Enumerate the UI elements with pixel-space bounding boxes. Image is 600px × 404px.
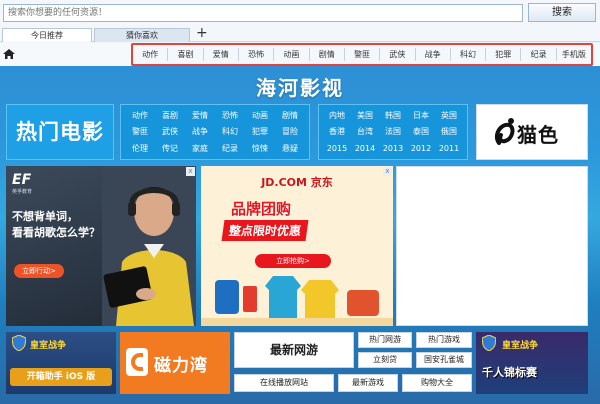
year-link[interactable]: 2014 — [351, 144, 379, 153]
english-course-ad[interactable]: EF 英孚教育 不想背单词， 看看胡歌怎么学？ 立即行动> x — [6, 166, 196, 326]
year-link[interactable]: 2015 — [323, 144, 351, 153]
region-link[interactable]: 法国 — [379, 126, 407, 137]
genre-link[interactable]: 科幻 — [215, 126, 245, 137]
ad-brand-logo: EF — [12, 172, 32, 188]
region-link[interactable]: 泰国 — [407, 126, 435, 137]
link-hot-games[interactable]: 热门游戏 — [416, 332, 472, 348]
region-link[interactable]: 美国 — [351, 110, 379, 121]
link-instant-loan[interactable]: 立刻贷 — [358, 352, 412, 368]
magnet-icon — [126, 348, 148, 376]
tab-bar: 今日推荐 猜你喜欢 + — [0, 26, 600, 42]
link-online-streaming[interactable]: 在线播放网站 — [234, 374, 334, 392]
link-hot-online-games[interactable]: 热门网游 — [358, 332, 412, 348]
category-nav: 动作 喜剧 爱情 恐怖 动画 剧情 警匪 武侠 战争 科幻 犯罪 纪录 手机版 — [0, 43, 600, 66]
year-link[interactable]: 2013 — [379, 144, 407, 153]
genre-link[interactable]: 纪录 — [215, 143, 245, 154]
main-content: 海河影视 热门电影 动作 喜剧 爱情 恐怖 动画 剧情 警匪 武侠 战争 科幻 … — [0, 66, 600, 404]
category-action[interactable]: 动作 — [133, 48, 169, 61]
ad-subtitle: 千人锦标赛 — [482, 366, 537, 379]
genre-link[interactable]: 悬疑 — [275, 143, 305, 154]
new-tab-icon[interactable]: + — [196, 26, 208, 40]
ad-subtitle: 开箱助手 iOS 版 — [10, 368, 112, 386]
category-crime[interactable]: 犯罪 — [486, 48, 522, 61]
shield-icon — [12, 335, 26, 351]
site-title: 海河影视 — [256, 76, 344, 100]
genre-link[interactable]: 战争 — [185, 126, 215, 137]
ad-action-button[interactable]: 立即行动> — [14, 264, 64, 278]
genre-link[interactable]: 伦理 — [125, 143, 155, 154]
ad-title: 磁力湾 — [154, 356, 208, 376]
tournament-ad[interactable]: 皇室战争 千人锦标赛 — [476, 332, 588, 394]
category-drama[interactable]: 剧情 — [310, 48, 345, 61]
year-link[interactable]: 2011 — [435, 144, 463, 153]
region-link[interactable]: 香港 — [323, 126, 351, 137]
region-link[interactable]: 英国 — [435, 110, 463, 121]
genre-link[interactable]: 爱情 — [185, 110, 215, 121]
tab-today[interactable]: 今日推荐 — [2, 28, 92, 42]
ad-brand-sub: 英孚教育 — [12, 189, 33, 195]
region-link[interactable]: 台湾 — [351, 126, 379, 137]
category-war[interactable]: 战争 — [416, 48, 451, 61]
category-list: 动作 喜剧 爱情 恐怖 动画 剧情 警匪 武侠 战争 科幻 犯罪 纪录 手机版 — [131, 43, 593, 66]
category-comedy[interactable]: 喜剧 — [168, 48, 204, 61]
tab-guess[interactable]: 猜你喜欢 — [94, 28, 190, 42]
game-helper-ad[interactable]: 皇室战争 开箱助手 iOS 版 — [6, 332, 116, 394]
genre-link[interactable]: 传记 — [155, 143, 185, 154]
region-link[interactable]: 内地 — [323, 110, 351, 121]
blank-ad-slot — [396, 166, 588, 326]
ad-close-icon[interactable]: x — [186, 167, 195, 176]
region-year-grid: 内地 美国 韩国 日本 英国 香港 台湾 法国 泰国 俄国 2015 2014 … — [318, 104, 468, 160]
genre-link[interactable]: 喜剧 — [155, 110, 185, 121]
category-horror[interactable]: 恐怖 — [239, 48, 275, 61]
region-link[interactable]: 日本 — [407, 110, 435, 121]
link-new-online-games[interactable]: 最新网游 — [234, 332, 354, 368]
ad-close-icon[interactable]: x — [383, 167, 392, 176]
region-link[interactable]: 俄国 — [435, 126, 463, 137]
search-bar: 搜索 — [0, 0, 600, 26]
logo-text: 猫色 — [517, 123, 559, 147]
link-guoan-peacock-city[interactable]: 国安孔雀城 — [416, 352, 472, 368]
link-shopping[interactable]: 购物大全 — [402, 374, 472, 392]
hot-movies-tile[interactable]: 热门电影 — [6, 104, 114, 160]
ad-headline: 品牌团购 — [231, 200, 292, 218]
genre-link[interactable]: 恐怖 — [215, 110, 245, 121]
category-police[interactable]: 警匪 — [345, 48, 381, 61]
ad-headline: 不想背单词， — [12, 210, 78, 223]
genre-link[interactable]: 家庭 — [185, 143, 215, 154]
ad-action-button[interactable]: 立即抢购> — [255, 254, 331, 268]
jd-ad[interactable]: JD.COM 京东 品牌团购 整点限时优惠 立即抢购> x — [201, 166, 393, 326]
category-animation[interactable]: 动画 — [274, 48, 310, 61]
home-icon[interactable] — [2, 48, 16, 60]
genre-link[interactable]: 剧情 — [275, 110, 305, 121]
shield-icon — [482, 335, 496, 351]
genre-link[interactable]: 动画 — [245, 110, 275, 121]
genre-link[interactable]: 惊悚 — [245, 143, 275, 154]
ad-title: 皇室战争 — [502, 341, 539, 351]
link-new-games[interactable]: 最新游戏 — [338, 374, 398, 392]
genre-link[interactable]: 犯罪 — [245, 126, 275, 137]
torrent-ad[interactable]: 磁力湾 — [120, 332, 230, 394]
bottom-links: 最新网游 热门网游 热门游戏 立刻贷 国安孔雀城 在线播放网站 最新游戏 购物大… — [234, 332, 472, 394]
genre-link[interactable]: 警匪 — [125, 126, 155, 137]
category-mobile[interactable]: 手机版 — [557, 48, 591, 61]
ad-products-image — [201, 270, 393, 326]
year-link[interactable]: 2012 — [407, 144, 435, 153]
category-romance[interactable]: 爱情 — [204, 48, 239, 61]
brand-logo[interactable]: 猫色 — [476, 104, 588, 160]
search-input[interactable] — [3, 4, 523, 22]
genre-link[interactable]: 动作 — [125, 110, 155, 121]
category-scifi[interactable]: 科幻 — [451, 48, 487, 61]
genre-grid: 动作 喜剧 爱情 恐怖 动画 剧情 警匪 武侠 战争 科幻 犯罪 冒险 伦理 传… — [120, 104, 310, 160]
search-button[interactable]: 搜索 — [528, 3, 596, 22]
region-link[interactable]: 韩国 — [379, 110, 407, 121]
ad-person-image — [102, 166, 196, 326]
genre-link[interactable]: 冒险 — [275, 126, 305, 137]
ad-headline: 看看胡歌怎么学？ — [12, 226, 100, 239]
genre-link[interactable]: 武侠 — [155, 126, 185, 137]
ad-headline: 整点限时优惠 — [221, 220, 309, 241]
ad-brand-logo: JD.COM 京东 — [261, 176, 333, 189]
category-documentary[interactable]: 纪录 — [521, 48, 557, 61]
category-martial-arts[interactable]: 武侠 — [380, 48, 416, 61]
ad-title: 皇室战争 — [30, 341, 67, 351]
